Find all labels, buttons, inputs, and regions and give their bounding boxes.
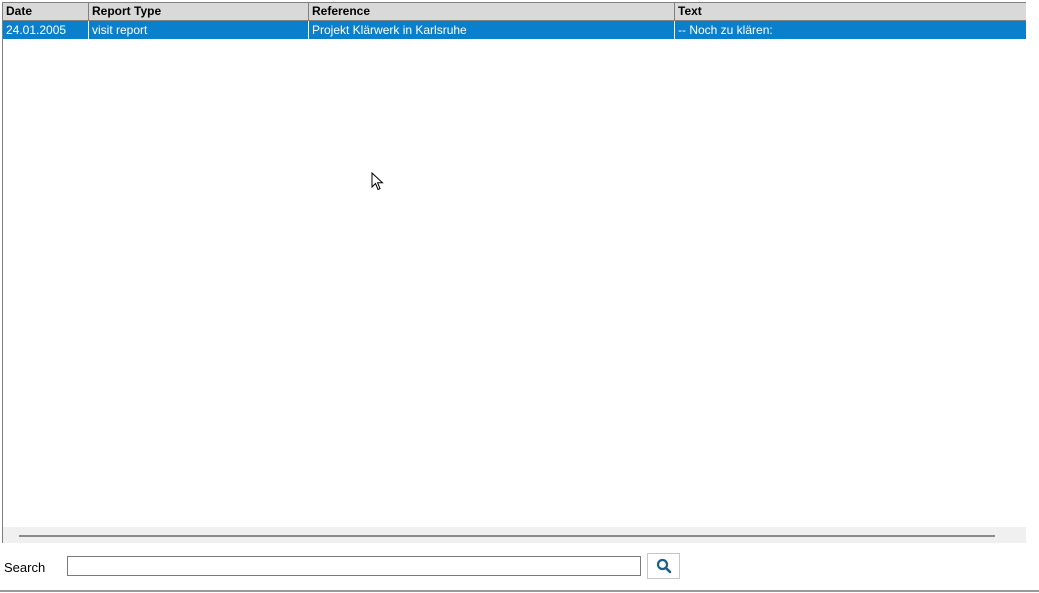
search-icon: [656, 558, 671, 574]
cell-report-type: visit report: [89, 21, 309, 39]
search-label: Search: [4, 560, 46, 575]
cell-date: 24.01.2005: [3, 21, 89, 39]
search-input[interactable]: [67, 556, 641, 576]
horizontal-scrollbar[interactable]: [3, 527, 1026, 543]
search-button[interactable]: [647, 553, 680, 579]
column-header-report-type[interactable]: Report Type: [89, 3, 309, 20]
report-list-panel: Date Report Type Reference Text 24.01.20…: [0, 0, 1039, 593]
column-header-text[interactable]: Text: [675, 3, 1026, 20]
column-header-reference[interactable]: Reference: [309, 3, 675, 20]
bottom-divider: [0, 590, 1039, 592]
scrollbar-thumb[interactable]: [19, 535, 995, 537]
reports-grid[interactable]: Date Report Type Reference Text 24.01.20…: [2, 2, 1026, 543]
mouse-pointer-icon: [371, 172, 384, 191]
cell-reference: Projekt Klärwerk in Karlsruhe: [309, 21, 675, 39]
table-row[interactable]: 24.01.2005 visit report Projekt Klärwerk…: [3, 21, 1026, 39]
column-header-date[interactable]: Date: [3, 3, 89, 20]
cell-text: -- Noch zu klären:: [678, 23, 773, 37]
grid-header-row: Date Report Type Reference Text: [3, 3, 1026, 21]
